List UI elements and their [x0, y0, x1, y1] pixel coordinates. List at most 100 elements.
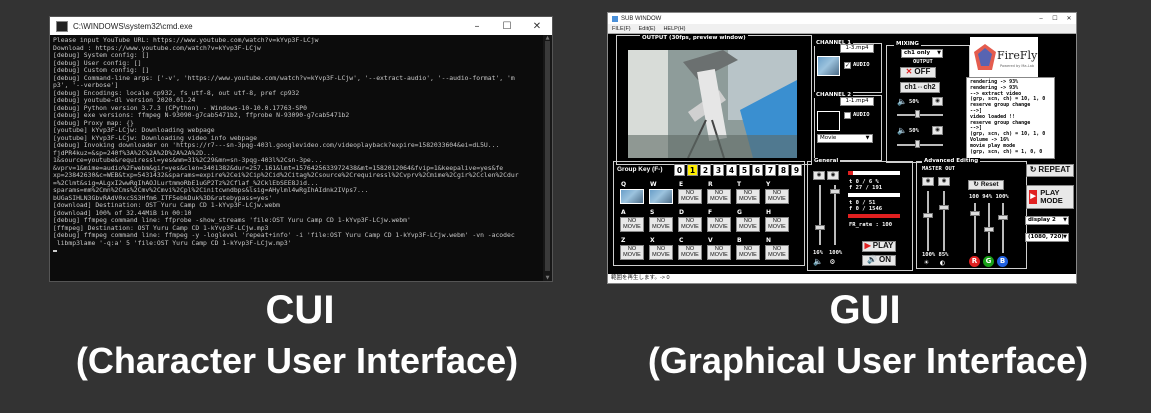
console-line: [debug] youtube-dl version 2020.01.24: [53, 97, 196, 104]
channel-switch-button[interactable]: ch1⇔ch2: [900, 82, 940, 93]
movie-slot-button[interactable]: NO MOVIE: [620, 245, 644, 260]
general-speaker-icon: 🔈: [813, 257, 823, 266]
green-channel-button[interactable]: G: [983, 256, 994, 267]
repeat-button[interactable]: ↻ REPEAT: [1026, 164, 1074, 177]
display-chevron-icon[interactable]: ▼: [1061, 217, 1069, 224]
video-frame-image: [628, 50, 797, 158]
minimize-button[interactable]: –: [462, 21, 492, 32]
play-button[interactable]: ▶ PLAY: [862, 241, 896, 252]
gui-status-bar: 範囲を再生します。-> 0: [608, 274, 1076, 283]
group-key-8[interactable]: 8: [778, 164, 789, 176]
gui-minimize-button[interactable]: –: [1034, 16, 1048, 22]
blue-channel-button[interactable]: B: [997, 256, 1008, 267]
gui-title-bar[interactable]: SUB WINDOW – ☐ ✕: [608, 13, 1076, 24]
general-stat-4: f 0 / 1546: [849, 206, 883, 212]
general-volume-slider-1[interactable]: [819, 185, 821, 245]
group-key-1[interactable]: 1: [687, 164, 698, 176]
movie-slot-button[interactable]: NO MOVIE: [736, 217, 760, 232]
on-button[interactable]: 🔊 ON: [862, 255, 896, 266]
master-knob-1[interactable]: [923, 213, 933, 218]
channel2-file[interactable]: 1-1.mp4: [840, 97, 874, 106]
group-key-0[interactable]: 0: [674, 164, 685, 176]
cui-title-bar[interactable]: C:\WINDOWS\system32\cmd.exe – ☐ ✕: [50, 17, 552, 35]
blue-slider[interactable]: [1002, 203, 1004, 253]
mixing-chevron-icon[interactable]: ▼: [935, 50, 943, 57]
camera-icon-2[interactable]: ◉: [932, 126, 943, 135]
group-key-5[interactable]: 5: [739, 164, 750, 176]
maximize-button[interactable]: ☐: [492, 21, 522, 32]
general-volume-knob-2[interactable]: [830, 189, 840, 194]
movie-slot-button[interactable]: NO MOVIE: [707, 245, 731, 260]
channel1-audio-checkbox[interactable]: ✓: [844, 62, 851, 69]
close-button[interactable]: ✕: [522, 21, 552, 32]
log-panel[interactable]: rendering -> 93% rendering -> 93% --> extr…: [966, 77, 1055, 159]
general-camera-icon-1[interactable]: ◉: [813, 171, 825, 180]
console-output[interactable]: Please input YouTube URL: https://www.yo…: [50, 35, 552, 257]
play-mode-button[interactable]: ▶ PLAY MODE: [1026, 185, 1074, 209]
green-knob[interactable]: [984, 227, 994, 232]
mix-slider-1[interactable]: [897, 114, 943, 116]
group-key-2[interactable]: 2: [700, 164, 711, 176]
blue-knob[interactable]: [998, 215, 1008, 220]
video-preview[interactable]: [628, 50, 797, 158]
group-key-4[interactable]: 4: [726, 164, 737, 176]
on-label: ON: [878, 255, 891, 265]
group-key-9[interactable]: 9: [791, 164, 802, 176]
group-key-label: Group Key (F-): [617, 166, 663, 173]
channel2-audio-checkbox[interactable]: [844, 112, 851, 119]
cui-scrollbar[interactable]: ▲ ▼: [543, 35, 552, 281]
console-line: [debug] ffmpeg command line: ffprobe -sh…: [53, 217, 411, 224]
movie-slot-button[interactable]: NO MOVIE: [707, 189, 731, 204]
scroll-thumb[interactable]: [545, 41, 550, 271]
movie-slot-button[interactable]: NO MOVIE: [649, 245, 673, 260]
red-channel-button[interactable]: R: [969, 256, 980, 267]
general-volume-knob-1[interactable]: [815, 225, 825, 230]
menu-help[interactable]: HELP(H): [663, 26, 685, 32]
console-line: bUGaSIHLN3GbvRAdV0xcSS3Hfm6_ITF5ebkDuk%3…: [53, 194, 273, 202]
console-prompt[interactable]: [53, 247, 549, 255]
movie-slot-button[interactable]: NO MOVIE: [765, 217, 789, 232]
movie-slot-button[interactable]: NO MOVIE: [707, 217, 731, 232]
movie-thumbnail[interactable]: [620, 189, 644, 204]
gui-close-button[interactable]: ✕: [1062, 15, 1076, 22]
movie-slot-button[interactable]: NO MOVIE: [765, 189, 789, 204]
console-line: [debug] Python version 3.7.3 (CPython) -…: [53, 104, 307, 112]
general-camera-icon-2[interactable]: ◉: [827, 171, 839, 180]
scroll-down-icon[interactable]: ▼: [543, 275, 552, 281]
reset-button[interactable]: ↻ Reset: [968, 180, 1004, 190]
menu-edit[interactable]: Edit(E): [639, 26, 656, 32]
movie-slot-button[interactable]: NO MOVIE: [736, 245, 760, 260]
console-line: Please input YouTube URL: https://www.yo…: [53, 37, 319, 44]
master-slider-1[interactable]: [927, 191, 929, 251]
movie-slot-button[interactable]: NO MOVIE: [736, 189, 760, 204]
adv-camera-icon-1[interactable]: ◉: [922, 177, 934, 186]
mix-slider-2-knob[interactable]: [915, 140, 920, 148]
mix-slider-2[interactable]: [897, 144, 943, 146]
resolution-chevron-icon[interactable]: ▼: [1061, 234, 1069, 241]
chevron-down-icon[interactable]: ▼: [863, 135, 872, 142]
group-key-3[interactable]: 3: [713, 164, 724, 176]
movie-slot-button[interactable]: NO MOVIE: [765, 245, 789, 260]
general-red-bar: [848, 214, 900, 218]
master-slider-2[interactable]: [943, 191, 945, 251]
movie-thumbnail[interactable]: [649, 189, 673, 204]
gui-maximize-button[interactable]: ☐: [1048, 15, 1062, 22]
movie-slot-button[interactable]: NO MOVIE: [678, 245, 702, 260]
output-off-button[interactable]: ✕ OFF: [900, 67, 936, 78]
group-key-6[interactable]: 6: [752, 164, 763, 176]
group-key-7[interactable]: 7: [765, 164, 776, 176]
movie-slot-button[interactable]: NO MOVIE: [678, 217, 702, 232]
channel2-thumbnail[interactable]: [817, 111, 840, 131]
channel1-thumbnail[interactable]: [817, 56, 840, 76]
movie-slot-button[interactable]: NO MOVIE: [649, 217, 673, 232]
channel1-file[interactable]: 1-3.mp4: [840, 44, 874, 53]
general-volume-slider-2[interactable]: [834, 185, 836, 245]
movie-slot-button[interactable]: NO MOVIE: [678, 189, 702, 204]
red-knob[interactable]: [970, 211, 980, 216]
movie-slot-button[interactable]: NO MOVIE: [620, 217, 644, 232]
adv-camera-icon-2[interactable]: ◉: [938, 177, 950, 186]
menu-file[interactable]: FILE(F): [612, 26, 631, 32]
mix-slider-1-knob[interactable]: [915, 110, 920, 118]
master-knob-2[interactable]: [939, 205, 949, 210]
camera-icon-1[interactable]: ◉: [932, 97, 943, 106]
